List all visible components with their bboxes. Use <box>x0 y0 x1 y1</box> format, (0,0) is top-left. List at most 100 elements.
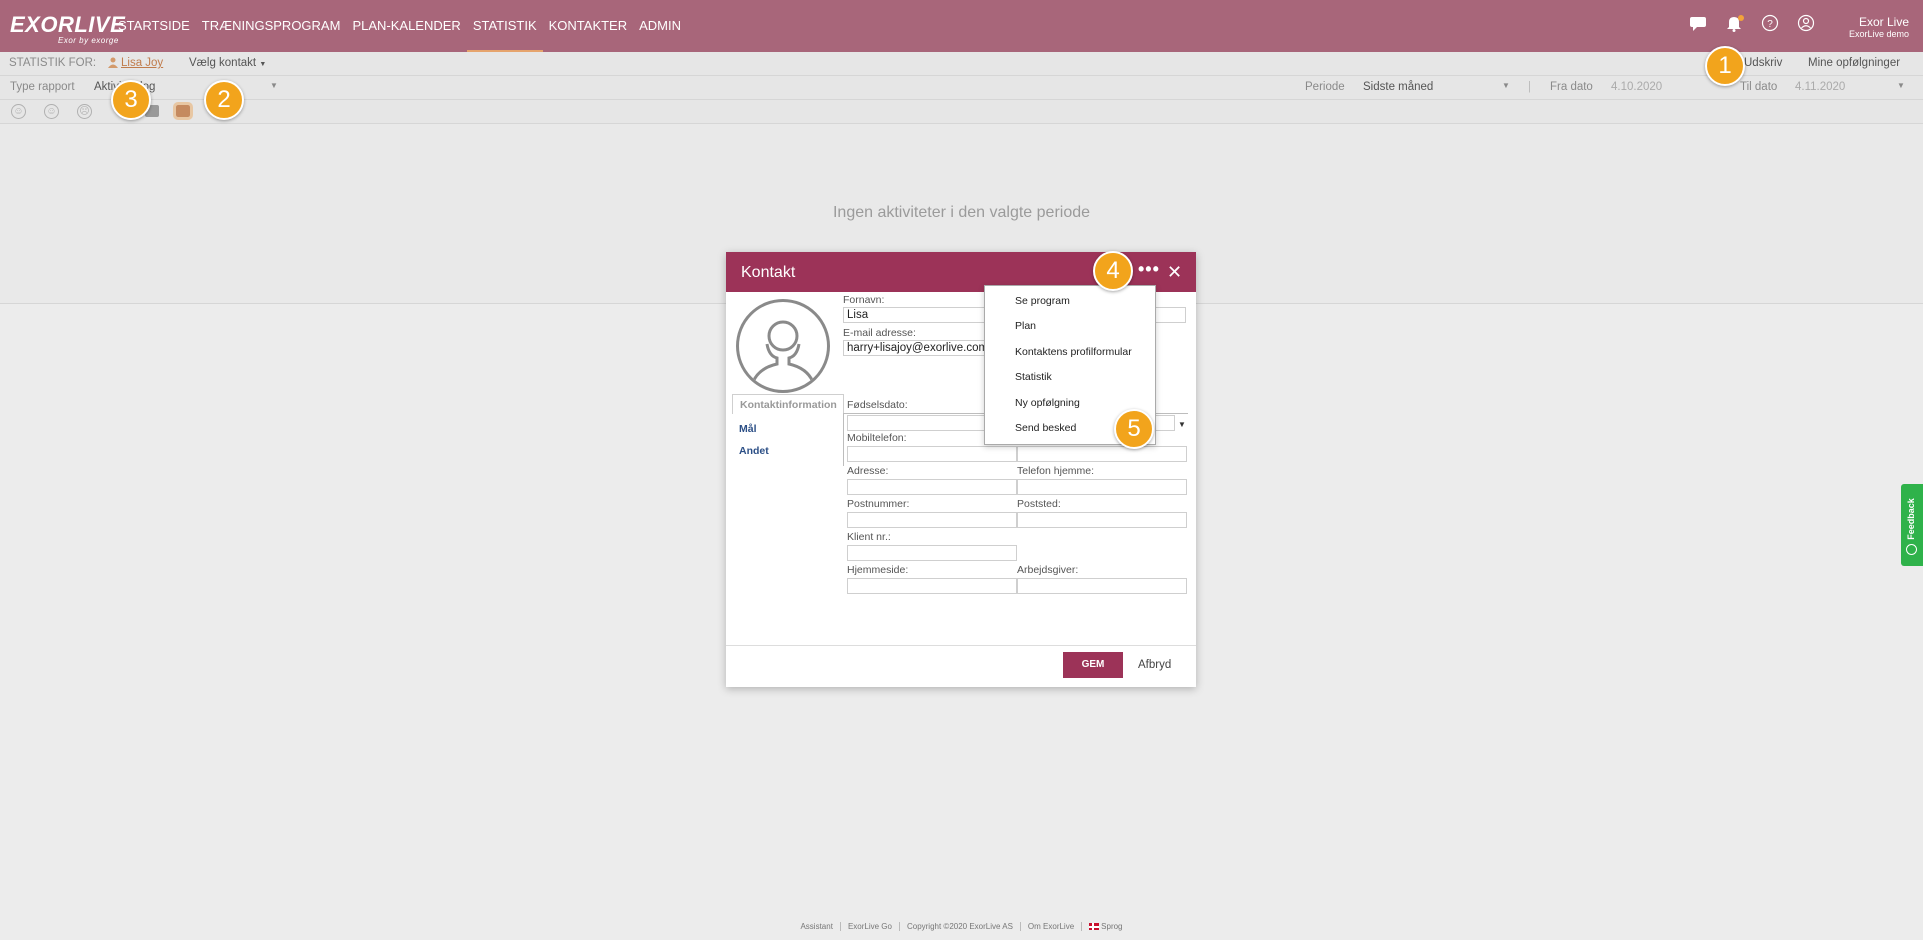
print-link[interactable]: Udskriv <box>1744 57 1782 69</box>
footer-exorlive-go-link[interactable]: ExorLive Go <box>839 922 899 931</box>
my-followups-link[interactable]: Mine opfølgninger <box>1808 57 1900 69</box>
feedback-label: Feedback <box>1906 498 1916 540</box>
help-icon[interactable]: ? <box>1759 14 1781 36</box>
neutral-face-icon[interactable]: ☺ <box>44 104 59 119</box>
postal-input[interactable] <box>847 512 1017 528</box>
homepage-label: Hjemmeside: <box>847 564 909 576</box>
callout-badge-5: 5 <box>1114 409 1154 449</box>
to-date-label: Til dato <box>1740 81 1778 93</box>
empty-message: Ingen aktiviteter i den valgte periode <box>832 204 1091 221</box>
nav-admin[interactable]: ADMIN <box>633 0 687 52</box>
contact-name-link[interactable]: Lisa Joy <box>121 57 163 69</box>
employer-input[interactable] <box>1017 578 1187 594</box>
from-date-input[interactable]: 4.10.2020 <box>1611 81 1662 93</box>
statistics-for-bar: STATISTIK FOR: Lisa Joy Vælg kontakt ▼ U… <box>0 52 1923 76</box>
period-select[interactable]: Sidste måned <box>1363 81 1433 93</box>
feedback-icon <box>1906 544 1917 555</box>
top-navigation-bar: EXORLIVE Exor by exorge STARTSIDE TRÆNIN… <box>0 0 1923 52</box>
chevron-down-icon[interactable]: ▼ <box>270 81 278 90</box>
menu-item-statistik[interactable]: Statistik <box>1015 371 1052 383</box>
period-label: Periode <box>1305 81 1345 93</box>
footer-language-label: Sprog <box>1101 922 1123 931</box>
chevron-down-icon: ▼ <box>259 61 267 68</box>
menu-item-se-program[interactable]: Se program <box>1015 295 1070 307</box>
from-date-label: Fra dato <box>1550 81 1593 93</box>
more-options-icon[interactable]: ••• <box>1138 260 1160 278</box>
chevron-down-icon[interactable]: ▼ <box>1502 81 1510 90</box>
city-input[interactable] <box>1017 512 1187 528</box>
employer-label: Arbejdsgiver: <box>1017 564 1079 576</box>
avatar[interactable] <box>736 299 830 393</box>
callout-badge-2: 2 <box>204 80 244 120</box>
postal-label: Postnummer: <box>847 498 910 510</box>
select-contact-label: Vælg kontakt <box>189 57 257 69</box>
nav-startside[interactable]: STARTSIDE <box>112 0 196 52</box>
menu-item-profile-form[interactable]: Kontaktens profilformular <box>1015 346 1132 358</box>
report-type-label: Type rapport <box>10 81 75 93</box>
email-input[interactable]: harry+lisajoy@exorlive.com <box>843 340 993 356</box>
nav-traeningsprogram[interactable]: TRÆNINGSPROGRAM <box>196 0 347 52</box>
dialog-title: Kontakt <box>741 264 796 281</box>
homepage-input[interactable] <box>847 578 1017 594</box>
filter-icon-bar: ☺ ☺ ☹ <box>0 100 1923 124</box>
menu-item-new-followup[interactable]: Ny opfølgning <box>1015 397 1080 409</box>
client-number-label: Klient nr.: <box>847 531 891 543</box>
user-name: Exor Live <box>1858 15 1909 29</box>
footer-about-link[interactable]: Om ExorLive <box>1019 922 1081 931</box>
dialog-footer-divider <box>726 645 1196 646</box>
phone-work-input[interactable] <box>1017 446 1187 462</box>
user-icon[interactable] <box>1795 14 1817 36</box>
top-icons: ? <box>1687 14 1817 36</box>
tab-contact-information[interactable]: Kontaktinformation <box>732 394 844 414</box>
feedback-tab[interactable]: Feedback <box>1901 484 1923 566</box>
to-date-input[interactable]: 4.11.2020 <box>1795 81 1845 93</box>
svg-text:?: ? <box>1767 19 1773 30</box>
happy-face-icon[interactable]: ☺ <box>11 104 26 119</box>
callout-badge-1: 1 <box>1705 46 1745 86</box>
city-label: Poststed: <box>1017 498 1061 510</box>
contact-person-icon <box>108 57 118 71</box>
select-contact-dropdown[interactable]: Vælg kontakt ▼ <box>189 57 266 69</box>
mobile-label: Mobiltelefon: <box>847 432 907 444</box>
comment-filter-icon[interactable] <box>173 102 193 120</box>
birthdate-label: Fødselsdato: <box>847 399 908 411</box>
close-icon[interactable]: ✕ <box>1167 262 1182 283</box>
statistik-for-label: STATISTIK FOR: <box>9 57 97 69</box>
save-button[interactable]: GEM <box>1063 652 1123 678</box>
logo-tagline: Exor by exorge <box>58 36 119 45</box>
tab-other[interactable]: Andet <box>739 445 769 457</box>
bell-icon[interactable] <box>1723 14 1745 36</box>
footer: Assistant ExorLive Go Copyright ©2020 Exor… <box>0 922 1923 931</box>
cancel-button[interactable]: Afbryd <box>1138 659 1171 671</box>
callout-badge-4: 4 <box>1093 251 1133 291</box>
nav-statistik[interactable]: STATISTIK <box>466 0 543 52</box>
menu-item-plan[interactable]: Plan <box>1015 320 1036 332</box>
logo-text: EXORLIVE <box>10 12 126 37</box>
address-input[interactable] <box>847 479 1017 495</box>
tab-divider <box>843 413 844 466</box>
danish-flag-icon <box>1089 923 1100 930</box>
user-org: ExorLive demo <box>1848 29 1909 39</box>
phone-home-label: Telefon hjemme: <box>1017 465 1095 477</box>
address-label: Adresse: <box>847 465 889 477</box>
chat-icon[interactable] <box>1687 14 1709 36</box>
nav-kontakter[interactable]: KONTAKTER <box>543 0 634 52</box>
sad-face-icon[interactable]: ☹ <box>77 104 92 119</box>
tab-goals[interactable]: Mål <box>739 423 757 435</box>
firstname-label: Fornavn: <box>843 294 885 306</box>
chevron-down-icon[interactable]: ▼ <box>1178 420 1186 429</box>
user-menu[interactable]: Exor Live ExorLive demo <box>1849 15 1909 39</box>
footer-assistant-link[interactable]: Assistant <box>793 922 839 931</box>
phone-home-input[interactable] <box>1017 479 1187 495</box>
footer-copyright: Copyright ©2020 ExorLive AS <box>898 922 1020 931</box>
footer-language-link[interactable]: Sprog <box>1081 922 1129 931</box>
mobile-input[interactable] <box>847 446 1017 462</box>
exorlive-logo[interactable]: EXORLIVE Exor by exorge <box>10 12 126 45</box>
nav-plan-kalender[interactable]: PLAN-KALENDER <box>346 0 466 52</box>
client-number-input[interactable] <box>847 545 1017 561</box>
chevron-down-icon[interactable]: ▼ <box>1897 81 1905 90</box>
callout-badge-3: 3 <box>111 80 151 120</box>
main-nav: STARTSIDE TRÆNINGSPROGRAM PLAN-KALENDER … <box>112 0 687 52</box>
notification-dot <box>1738 15 1744 21</box>
menu-item-send-message[interactable]: Send besked <box>1015 422 1076 434</box>
